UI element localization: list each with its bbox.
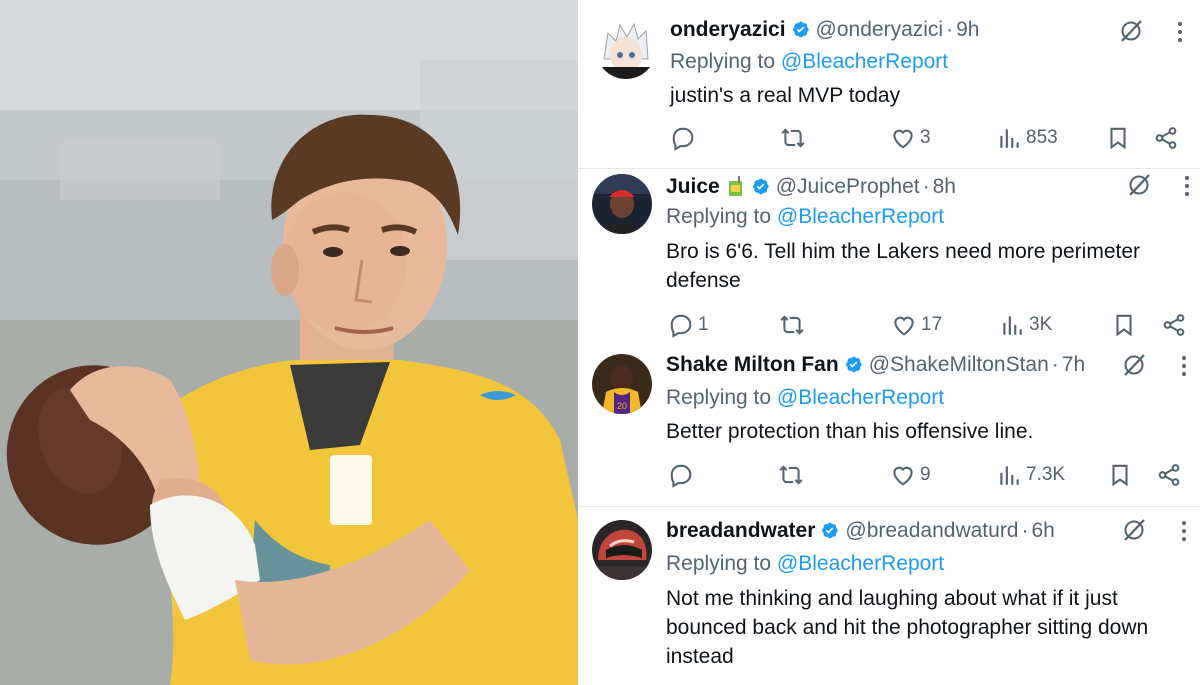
- bookmark-button[interactable]: [1107, 460, 1133, 490]
- retweet-button[interactable]: [779, 310, 809, 340]
- tweet-header: breadandwater @breadandwaturd · 6h: [666, 519, 1055, 542]
- bookmark-button[interactable]: [1105, 123, 1131, 153]
- reply-icon: [670, 314, 692, 338]
- verified-badge-icon: [822, 522, 839, 539]
- grok-icon[interactable]: [1118, 18, 1144, 44]
- juice-box-emoji-icon: [728, 176, 742, 196]
- tweet-text: Better protection than his offensive lin…: [666, 420, 1034, 443]
- bookmark-icon: [1112, 464, 1128, 487]
- like-icon: [893, 466, 913, 486]
- display-name[interactable]: onderyazici: [670, 18, 786, 41]
- mention-link[interactable]: @BleacherReport: [781, 50, 948, 73]
- tweet-breadandwater[interactable]: breadandwater @breadandwaturd · 6h Replying…: [578, 507, 1200, 685]
- tweet-text: Bro is 6'6. Tell him the Lakers need mor…: [666, 240, 1141, 292]
- avatar[interactable]: [596, 19, 656, 79]
- tweet-header: Juice @JuiceProphet · 8h: [666, 175, 956, 198]
- like-button[interactable]: 3: [890, 123, 931, 153]
- timestamp[interactable]: 8h: [933, 175, 956, 198]
- share-button[interactable]: [1161, 310, 1187, 340]
- user-handle[interactable]: @onderyazici: [816, 18, 944, 41]
- user-handle[interactable]: @breadandwaturd: [845, 519, 1018, 542]
- like-icon: [893, 129, 913, 149]
- more-icon[interactable]: [1181, 355, 1187, 377]
- action-bar: 9 7.3K: [578, 460, 1200, 490]
- grok-icon[interactable]: [1121, 517, 1147, 543]
- action-bar: 1 17 3K: [578, 310, 1200, 340]
- share-icon: [1155, 127, 1177, 149]
- tweet-text: justin's a real MVP today: [670, 84, 901, 107]
- person-red-cap-avatar-icon: [592, 174, 652, 234]
- retweet-button[interactable]: [778, 460, 808, 490]
- retweet-icon: [780, 315, 804, 335]
- like-button[interactable]: 9: [890, 460, 931, 490]
- more-icon[interactable]: [1184, 175, 1190, 197]
- user-handle[interactable]: @ShakeMiltonStan: [869, 353, 1049, 376]
- user-handle[interactable]: @JuiceProphet: [776, 175, 920, 198]
- retweet-button[interactable]: [780, 123, 810, 153]
- bookmark-button[interactable]: [1111, 310, 1137, 340]
- reply-button[interactable]: [670, 123, 700, 153]
- more-icon[interactable]: [1177, 21, 1183, 43]
- avatar[interactable]: 20: [592, 354, 652, 414]
- views-icon: [1003, 316, 1022, 335]
- tweet-shake-milton-fan[interactable]: 20 Shake Milton Fan @ShakeMiltonStan · 7h R…: [578, 342, 1200, 505]
- bookmark-icon: [1110, 127, 1126, 150]
- lakers-player-avatar-icon: 20: [592, 354, 652, 414]
- mention-link[interactable]: @BleacherReport: [777, 552, 944, 575]
- svg-text:20: 20: [617, 401, 627, 411]
- display-name[interactable]: breadandwater: [666, 519, 815, 542]
- tweet-onderyazici[interactable]: onderyazici @onderyazici · 9h Replying to @…: [578, 0, 1200, 168]
- share-button[interactable]: [1153, 123, 1179, 153]
- views-button[interactable]: 853: [996, 123, 1058, 153]
- reply-icon: [672, 127, 694, 151]
- share-button[interactable]: [1156, 460, 1182, 490]
- anime-avatar-icon: [596, 19, 656, 79]
- tweet-header: onderyazici @onderyazici · 9h: [670, 18, 980, 41]
- views-button[interactable]: 7.3K: [996, 460, 1065, 490]
- quarterback-photo: [0, 0, 578, 685]
- verified-badge-icon: [752, 178, 769, 195]
- reply-thread: onderyazici @onderyazici · 9h Replying to @…: [578, 0, 1200, 685]
- reply-button[interactable]: 1: [668, 310, 709, 340]
- share-icon: [1158, 464, 1180, 486]
- mention-link[interactable]: @BleacherReport: [777, 205, 944, 228]
- like-icon: [894, 316, 914, 336]
- views-icon: [1000, 129, 1019, 148]
- retweet-icon: [781, 128, 805, 148]
- more-icon[interactable]: [1181, 520, 1187, 542]
- replying-to: Replying to @BleacherReport: [670, 50, 949, 73]
- timestamp[interactable]: 6h: [1032, 519, 1055, 542]
- mention-link[interactable]: @BleacherReport: [777, 386, 944, 409]
- replying-to: Replying to @BleacherReport: [666, 552, 945, 575]
- avatar[interactable]: [592, 174, 652, 234]
- bookmark-icon: [1116, 314, 1132, 337]
- verified-badge-icon: [792, 21, 809, 38]
- like-button[interactable]: 17: [891, 310, 942, 340]
- helmet-avatar-icon: [592, 520, 652, 580]
- reply-button[interactable]: [668, 460, 698, 490]
- replying-to: Replying to @BleacherReport: [666, 386, 945, 409]
- tweet-text: Not me thinking and laughing about what …: [666, 587, 1149, 668]
- avatar[interactable]: [592, 520, 652, 580]
- retweet-icon: [779, 465, 803, 485]
- display-name[interactable]: Shake Milton Fan: [666, 353, 839, 376]
- timestamp[interactable]: 9h: [956, 18, 979, 41]
- grok-icon[interactable]: [1121, 352, 1147, 378]
- replying-to: Replying to @BleacherReport: [666, 205, 945, 228]
- share-icon: [1163, 314, 1185, 336]
- tweet-juice[interactable]: Juice @JuiceProphet · 8h Replying to @Bleac…: [578, 169, 1200, 342]
- tweet-header: Shake Milton Fan @ShakeMiltonStan · 7h: [666, 353, 1086, 376]
- action-bar: 3 853: [578, 123, 1200, 153]
- timestamp[interactable]: 7h: [1062, 353, 1085, 376]
- views-button[interactable]: 3K: [999, 310, 1052, 340]
- display-name[interactable]: Juice: [666, 175, 720, 198]
- views-icon: [1000, 466, 1019, 485]
- verified-badge-icon: [845, 356, 862, 373]
- reply-icon: [670, 464, 692, 488]
- grok-icon[interactable]: [1126, 172, 1152, 198]
